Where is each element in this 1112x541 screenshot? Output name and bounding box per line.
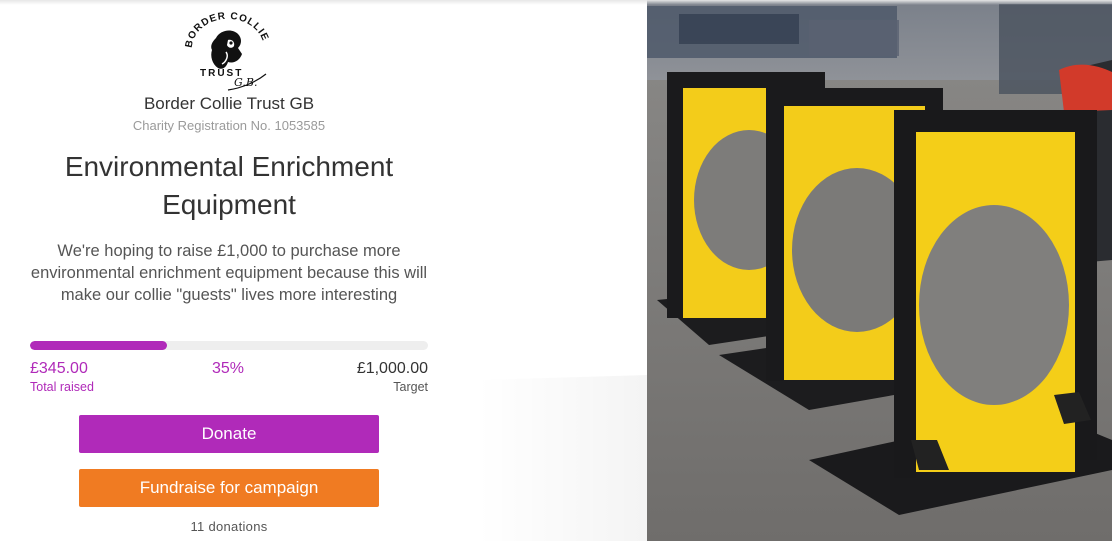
campaign-panel: BORDER COLLIE TRUST G.B. Border Collie T… (0, 0, 458, 541)
donations-count[interactable]: 11 donations (0, 519, 458, 534)
target-amount: £1,000.00 (356, 360, 428, 377)
campaign-title: Environmental Enrichment Equipment (64, 151, 394, 220)
target-label: Target (393, 380, 428, 394)
total-raised-amount: £345.00 (30, 360, 88, 377)
progress-fill (30, 341, 168, 350)
progress-bar (30, 341, 428, 350)
total-raised-label: Total raised (30, 380, 94, 394)
donate-button[interactable]: Donate (79, 415, 379, 453)
campaign-description: We're hoping to raise £1,000 to purchase… (30, 242, 428, 304)
fundraise-button[interactable]: Fundraise for campaign (79, 469, 379, 507)
progress-percent: 35% (212, 360, 245, 377)
top-shadow (0, 0, 1112, 5)
campaign-photo (479, 0, 1112, 541)
charity-logo: BORDER COLLIE TRUST G.B. (184, 12, 270, 91)
organisation-name[interactable]: Border Collie Trust GB (0, 94, 458, 114)
charity-registration: Charity Registration No. 1053585 (132, 118, 326, 133)
